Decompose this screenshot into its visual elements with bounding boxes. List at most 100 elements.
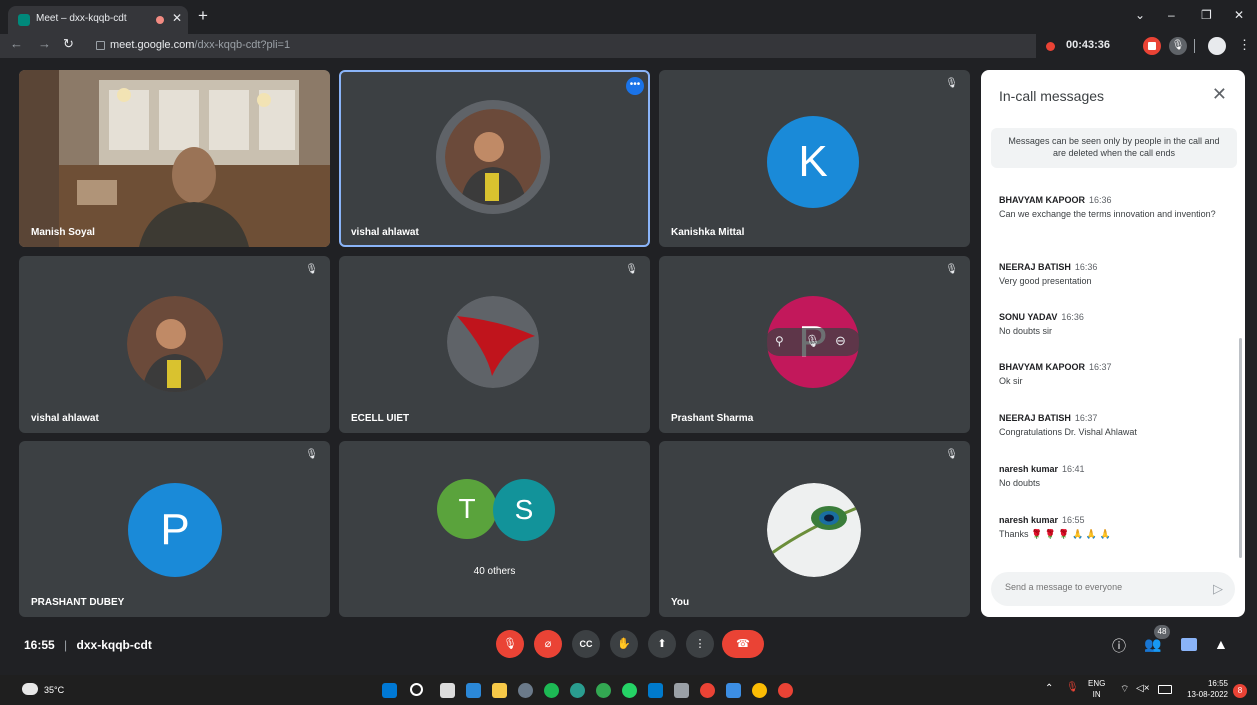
battery-icon[interactable]: [1158, 685, 1172, 694]
chrome-menu-icon[interactable]: ⋮: [1238, 37, 1251, 53]
lock-icon: [96, 41, 105, 50]
participant-tile[interactable]: 🎙 K Kanishka Mittal: [659, 70, 970, 247]
participant-tile[interactable]: 🎙 vishal ahlawat: [19, 256, 330, 433]
chat-panel: In-call messages ✕ Messages can be seen …: [981, 70, 1245, 617]
tab-search-chevron-icon[interactable]: ⌄: [1135, 8, 1145, 22]
raise-hand-button[interactable]: ✋: [610, 630, 638, 658]
chrome-icon[interactable]: [700, 683, 715, 698]
chat-message: BHAVYAM KAPOOR 16:37 Ok sir: [999, 362, 1229, 388]
tray-mic-icon[interactable]: 🎙: [1066, 682, 1079, 693]
mic-off-icon[interactable]: 🎙: [1169, 37, 1187, 55]
settings-icon[interactable]: [518, 683, 533, 698]
profile-avatar[interactable]: [1208, 37, 1226, 55]
wifi-icon[interactable]: ⌔: [1120, 683, 1129, 696]
chrome-profile-icon[interactable]: [778, 683, 793, 698]
meeting-code: dxx-kqqb-cdt: [76, 638, 152, 652]
file-explorer-icon[interactable]: [492, 683, 507, 698]
recording-indicator-icon: [156, 16, 164, 24]
task-view-icon[interactable]: [440, 683, 455, 698]
participant-tile[interactable]: 🎙 ECELL UIET: [339, 256, 650, 433]
pin-icon[interactable]: ⚲: [775, 334, 784, 348]
tray-chevron-icon[interactable]: ⌃: [1045, 683, 1053, 694]
message-sender: SONU YADAV: [999, 312, 1058, 322]
message-time: 16:36: [1089, 195, 1112, 205]
message-time: 16:41: [1062, 464, 1085, 474]
url-field[interactable]: meet.google.com/dxx-kqqb-cdt?pli=1: [88, 36, 1028, 56]
clock-date: 13-08-2022: [1187, 690, 1228, 699]
message-text: No doubts sir: [999, 326, 1053, 336]
meeting-details-icon[interactable]: ⓘ: [1112, 636, 1126, 656]
avatar-initial: S: [493, 479, 555, 541]
minimize-icon[interactable]: –: [1168, 8, 1175, 22]
participant-tile-active[interactable]: ••• vishal ahlawat: [339, 70, 650, 247]
leave-call-button[interactable]: ☎: [722, 630, 764, 658]
meet-favicon-icon: [18, 14, 30, 26]
forward-icon[interactable]: →: [38, 36, 51, 51]
url-text: meet.google.com/dxx-kqqb-cdt?pli=1: [110, 39, 290, 51]
browser-tab[interactable]: Meet – dxx-kqqb-cdt ✕: [8, 6, 188, 34]
remove-icon[interactable]: ⊖: [835, 333, 846, 349]
message-time: 16:36: [1061, 312, 1084, 322]
edge-icon[interactable]: [570, 683, 585, 698]
message-sender: BHAVYAM KAPOOR: [999, 362, 1086, 372]
tab-title: Meet – dxx-kqqb-cdt: [36, 13, 127, 24]
participant-name: Kanishka Mittal: [671, 227, 745, 238]
self-tile[interactable]: 🎙 You: [659, 441, 970, 617]
calculator-icon[interactable]: [674, 683, 689, 698]
message-time: 16:37: [1089, 362, 1112, 372]
send-icon[interactable]: ▷: [1213, 581, 1223, 597]
participant-tile[interactable]: 🎙 P ⚲ 🎙 ⊖ Prashant Sharma: [659, 256, 970, 433]
volume-icon[interactable]: ◁×: [1136, 683, 1150, 694]
chrome-active-icon[interactable]: [752, 683, 767, 698]
url-path: /dxx-kqqb-cdt?pli=1: [194, 39, 291, 51]
meeting-time: 16:55: [24, 638, 55, 652]
notepad-icon[interactable]: [726, 683, 741, 698]
recording-timer: 00:43:36: [1066, 39, 1111, 51]
present-button[interactable]: ⬆: [648, 630, 676, 658]
edge-dev-icon[interactable]: [596, 683, 611, 698]
participant-name: You: [671, 597, 690, 608]
captions-button[interactable]: CC: [572, 630, 600, 658]
message-text: Can we exchange the terms innovation and…: [999, 209, 1216, 219]
vscode-icon[interactable]: [648, 683, 663, 698]
message-sender: NEERAJ BATISH: [999, 262, 1071, 272]
close-icon[interactable]: ✕: [1212, 84, 1227, 105]
more-options-icon[interactable]: •••: [626, 77, 644, 95]
clock[interactable]: 16:55 13-08-2022: [1180, 678, 1228, 700]
camera-toggle-button[interactable]: ⌀: [534, 630, 562, 658]
maximize-icon[interactable]: ❐: [1201, 8, 1212, 22]
participant-name: Prashant Sharma: [671, 413, 754, 424]
new-tab-icon[interactable]: +: [198, 7, 208, 25]
more-options-button[interactable]: ⋮: [686, 630, 714, 658]
mic-off-icon: 🎙: [625, 264, 638, 275]
window-close-icon[interactable]: ✕: [1234, 8, 1244, 22]
todo-icon[interactable]: [466, 683, 481, 698]
activities-icon[interactable]: ▲: [1214, 636, 1228, 652]
tile-hover-controls: ⚲ 🎙 ⊖: [765, 328, 861, 356]
chat-scrollbar[interactable]: [1239, 338, 1242, 558]
participant-count-badge: 48: [1154, 625, 1170, 639]
reload-icon[interactable]: ↻: [63, 36, 74, 52]
back-icon[interactable]: ←: [10, 36, 23, 51]
mic-off-icon: 🎙: [945, 78, 958, 89]
whatsapp-icon[interactable]: [622, 683, 637, 698]
chat-input[interactable]: [1003, 581, 1197, 593]
start-menu-icon[interactable]: [382, 683, 397, 698]
notification-badge[interactable]: 8: [1233, 684, 1247, 698]
tab-close-icon[interactable]: ✕: [172, 11, 182, 25]
microphone-toggle-button[interactable]: 🎙: [496, 630, 524, 658]
chat-icon[interactable]: [1181, 638, 1197, 651]
language-indicator[interactable]: ENG IN: [1088, 678, 1105, 700]
participant-tile[interactable]: Manish Soyal: [19, 70, 330, 247]
message-sender: NEERAJ BATISH: [999, 413, 1071, 423]
participant-tile[interactable]: 🎙 P PRASHANT DUBEY: [19, 441, 330, 617]
mute-participant-icon[interactable]: 🎙: [805, 334, 820, 348]
message-sender: BHAVYAM KAPOOR: [999, 195, 1086, 205]
mic-off-icon: 🎙: [945, 449, 958, 460]
spotify-icon[interactable]: [544, 683, 559, 698]
avatar-initial: P: [128, 483, 222, 577]
lang-top: ENG: [1088, 679, 1106, 688]
others-tile[interactable]: T S 40 others: [339, 441, 650, 617]
search-icon[interactable]: [410, 683, 423, 696]
stop-sharing-button[interactable]: [1143, 37, 1161, 55]
